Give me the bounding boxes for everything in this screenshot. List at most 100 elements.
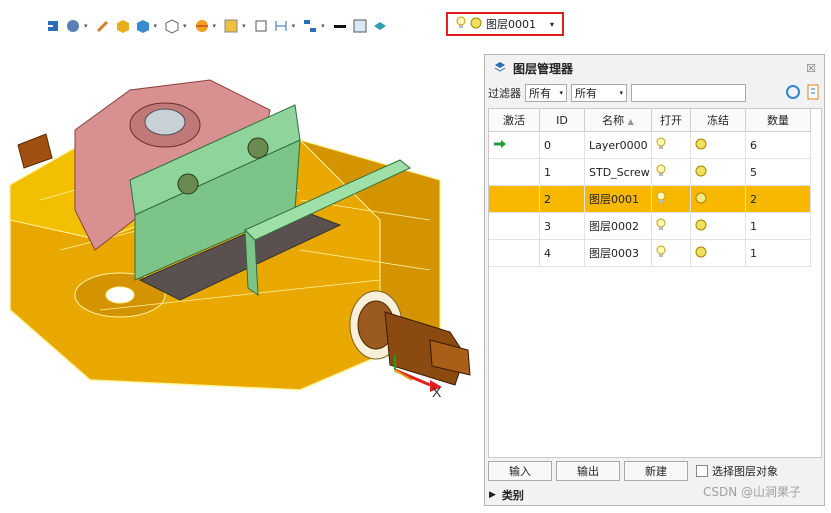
close-icon[interactable]: ☒: [806, 62, 816, 75]
name-cell[interactable]: 图层0002: [584, 212, 652, 240]
select-layer-objects-option[interactable]: 选择图层对象: [696, 463, 778, 479]
new-layer-button[interactable]: 新建: [624, 461, 688, 481]
bulb-icon[interactable]: [656, 218, 666, 234]
export-button[interactable]: 输出: [556, 461, 620, 481]
count-cell: 1: [745, 212, 811, 240]
import-icon[interactable]: [44, 17, 62, 35]
name-cell[interactable]: Layer0000: [584, 131, 652, 159]
open-cell[interactable]: [651, 239, 691, 267]
table-row[interactable]: 1 STD_Screw 5: [489, 158, 811, 186]
section-view-icon[interactable]: [193, 17, 211, 35]
button-row: 输入 输出 新建 选择图层对象: [488, 460, 778, 482]
solid-cube-icon[interactable]: [134, 17, 152, 35]
bulb-icon[interactable]: [656, 245, 666, 261]
freeze-cell[interactable]: [690, 131, 746, 159]
category-label: 类别: [501, 489, 524, 502]
freeze-icon[interactable]: [695, 138, 707, 153]
freeze-cell[interactable]: [690, 185, 746, 213]
filter-select-2[interactable]: 所有 ▾: [571, 84, 627, 102]
category-section[interactable]: ▶ 类别: [489, 485, 524, 505]
table-row[interactable]: 0 Layer0000 6: [489, 131, 811, 159]
table-row[interactable]: 4 图层0003 1: [489, 239, 811, 267]
freeze-icon[interactable]: [695, 246, 707, 261]
active-cell[interactable]: [489, 131, 540, 159]
count-cell: 1: [745, 239, 811, 267]
color-swatch-icon[interactable]: [351, 17, 369, 35]
column-header-open[interactable]: 打开: [651, 109, 691, 132]
select-layer-objects-checkbox[interactable]: [696, 465, 708, 477]
bulb-icon[interactable]: [656, 164, 666, 180]
display-mode-icon[interactable]: [64, 17, 82, 35]
freeze-icon[interactable]: [695, 165, 707, 180]
freeze-icon[interactable]: [695, 192, 707, 207]
freeze-icon: [470, 17, 482, 32]
freeze-cell[interactable]: [690, 212, 746, 240]
table-row[interactable]: 2 图层0001 2: [489, 185, 811, 213]
layer-manager-icon: [493, 60, 507, 77]
name-cell[interactable]: 图层0001: [584, 185, 652, 213]
vise-model-render: X: [9, 79, 471, 400]
filter-row: 过滤器 所有 ▾ 所有 ▾: [485, 81, 824, 105]
id-cell: 3: [539, 212, 585, 240]
open-cell[interactable]: [651, 131, 691, 159]
filter-select-1-value: 所有: [529, 87, 551, 100]
fit-view-icon[interactable]: [252, 17, 270, 35]
filter-select-2-value: 所有: [575, 87, 597, 100]
wireframe-cube-icon[interactable]: [163, 17, 181, 35]
chevron-right-icon[interactable]: ▶: [489, 490, 496, 500]
render-icon[interactable]: [222, 17, 240, 35]
name-cell[interactable]: 图层0003: [584, 239, 652, 267]
open-cell[interactable]: [651, 158, 691, 186]
filter-label: 过滤器: [488, 87, 521, 100]
column-header-count[interactable]: 数量: [745, 109, 811, 132]
chevron-down-icon[interactable]: ▾: [84, 22, 88, 30]
column-header-freeze[interactable]: 冻结: [690, 109, 746, 132]
layer-settings-icon[interactable]: [806, 83, 820, 104]
3d-viewport[interactable]: X: [0, 50, 478, 510]
active-cell[interactable]: [489, 239, 540, 267]
active-cell[interactable]: [489, 212, 540, 240]
column-header-active[interactable]: 激活: [489, 109, 540, 132]
freeze-cell[interactable]: [690, 239, 746, 267]
chevron-down-icon: ▾: [619, 89, 623, 97]
open-cell[interactable]: [651, 212, 691, 240]
column-header-id[interactable]: ID: [539, 109, 585, 132]
hierarchy-icon[interactable]: [301, 17, 319, 35]
chevron-down-icon[interactable]: ▾: [292, 22, 296, 30]
freeze-cell[interactable]: [690, 158, 746, 186]
chevron-down-icon[interactable]: ▾: [213, 22, 217, 30]
filter-select-1[interactable]: 所有 ▾: [525, 84, 567, 102]
material-icon[interactable]: [371, 17, 389, 35]
current-layer-name: 图层0001: [486, 18, 536, 31]
refresh-icon[interactable]: [784, 83, 802, 104]
chevron-down-icon: ▾: [559, 89, 563, 97]
pencil-icon[interactable]: [94, 17, 112, 35]
name-cell[interactable]: STD_Screw: [584, 158, 652, 186]
main-toolbar: ▾ ▾ ▾ ▾ ▾ ▾ ▾: [44, 12, 389, 40]
panel-title: 图层管理器: [513, 61, 574, 76]
count-cell: 6: [745, 131, 811, 159]
active-cell[interactable]: [489, 158, 540, 186]
column-header-name-label: 名称: [602, 114, 625, 127]
shaded-cube-icon[interactable]: [114, 17, 132, 35]
dimension-icon[interactable]: [272, 17, 290, 35]
filter-text-input[interactable]: [631, 84, 746, 102]
column-header-name[interactable]: 名称 ▲: [584, 109, 652, 132]
chevron-down-icon[interactable]: ▾: [154, 22, 158, 30]
x-axis-label: X: [432, 384, 442, 400]
table-row[interactable]: 3 图层0002 1: [489, 212, 811, 240]
chevron-down-icon[interactable]: ▾: [550, 20, 554, 29]
chevron-down-icon[interactable]: ▾: [183, 22, 187, 30]
open-cell[interactable]: [651, 185, 691, 213]
bulb-icon[interactable]: [656, 191, 666, 207]
current-layer-dropdown[interactable]: 图层0001 ▾: [446, 12, 564, 36]
line-style-icon[interactable]: [331, 17, 349, 35]
layer-table: 激活 ID 名称 ▲ 打开 冻结 数量 0 Layer0000 6 1 STD_Scre…: [488, 108, 822, 458]
watermark: CSDN @山涧果子: [703, 485, 802, 499]
active-cell[interactable]: [489, 185, 540, 213]
import-button[interactable]: 输入: [488, 461, 552, 481]
freeze-icon[interactable]: [695, 219, 707, 234]
chevron-down-icon[interactable]: ▾: [321, 22, 325, 30]
bulb-icon[interactable]: [656, 137, 666, 153]
chevron-down-icon[interactable]: ▾: [242, 22, 246, 30]
